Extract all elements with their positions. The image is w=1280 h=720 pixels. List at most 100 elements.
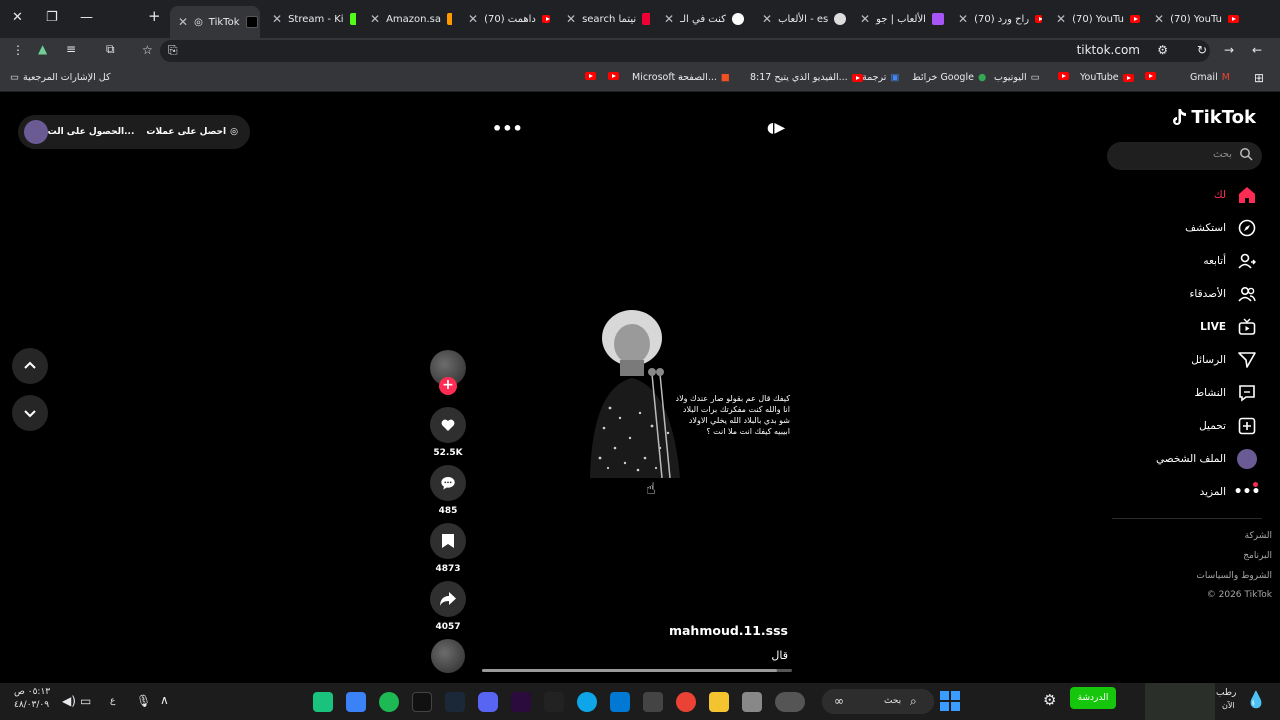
extension-icon[interactable]: ▲ (38, 42, 47, 56)
nav-more[interactable]: المزيد ••• (1105, 481, 1280, 503)
restore-window-icon[interactable]: ❐ (46, 10, 58, 25)
comment-button[interactable]: 485 (428, 465, 468, 516)
nav-activity[interactable]: النشاط (1105, 382, 1280, 404)
get-coins-button[interactable]: احصل على عملات ◎ (146, 127, 238, 137)
close-tab-icon[interactable]: ✕ (1154, 12, 1164, 26)
copilot-icon[interactable] (775, 692, 805, 712)
translate-icon[interactable]: ⎘ (168, 43, 178, 58)
share-button[interactable]: 4057 (428, 581, 468, 632)
bookmark-star-icon[interactable]: ☆ (142, 43, 153, 57)
tab-games-2[interactable]: ✕ الألعاب | جو (860, 8, 944, 30)
weather-drops-icon[interactable]: 💧 (1246, 690, 1266, 709)
bookmark-page[interactable]: الصفحة... ■ (678, 72, 730, 83)
app-icon-gray[interactable] (643, 692, 663, 712)
spotify-icon[interactable] (379, 692, 399, 712)
bookmark-youtube[interactable]: YouTube (1080, 72, 1134, 83)
bookmark-google-maps[interactable]: خرائط Google ● (912, 72, 986, 83)
close-tab-icon[interactable]: ✕ (566, 12, 576, 26)
nav-friends[interactable]: الأصدقاء (1105, 283, 1280, 305)
footer-terms-link[interactable]: الشروط والسياسات (1196, 571, 1272, 581)
more-options-icon[interactable]: ••• (492, 119, 523, 138)
bookmark-microsoft[interactable]: Microsoft – (632, 72, 683, 83)
taskbar-search[interactable]: ∞ بحث ⌕ (822, 689, 934, 714)
url-text[interactable]: tiktok.com (1077, 43, 1140, 57)
clock-time[interactable]: ٠٥:١٣ ص (14, 687, 50, 697)
volume-icon[interactable]: ◖▶ (767, 120, 785, 136)
language-indicator[interactable]: ع (110, 696, 115, 706)
footer-program-link[interactable]: البرنامج (1243, 551, 1272, 561)
back-icon[interactable]: → (1224, 43, 1234, 57)
app-icon-h[interactable] (544, 692, 564, 712)
nzxt-icon[interactable] (511, 692, 531, 712)
follow-plus-icon[interactable]: + (439, 377, 457, 395)
nav-upload[interactable]: تحميل (1105, 415, 1280, 437)
steam-icon[interactable] (445, 692, 465, 712)
user-avatar[interactable] (24, 120, 48, 144)
weather-text[interactable]: رطب (1216, 688, 1236, 698)
app-icon-dark[interactable] (412, 692, 432, 712)
close-tab-icon[interactable]: ✕ (272, 12, 282, 26)
menu-kebab-icon[interactable]: ⋮ (12, 43, 24, 57)
chat-button[interactable]: الدردشة (1070, 687, 1116, 709)
tab-tiktok[interactable]: ✕ ◎ TikTok (170, 6, 260, 38)
bookmark-gmail[interactable]: Gmail M (1190, 72, 1230, 83)
get-app-button[interactable]: ▯ الحصول على الت... (39, 127, 135, 137)
apps-grid-icon[interactable]: ⊞ (1254, 71, 1264, 85)
nav-explore[interactable]: استكشف (1105, 217, 1280, 239)
tiktok-logo[interactable]: TikTok (1170, 107, 1256, 128)
app-icon-blue[interactable] (346, 692, 366, 712)
nav-messages[interactable]: الرسائل (1105, 349, 1280, 371)
minimize-window-icon[interactable]: — (80, 10, 93, 25)
nav-profile[interactable]: الملف الشخصي (1105, 448, 1280, 470)
bookmark-folder-youtube[interactable]: اليوتيوب ▭ (994, 72, 1040, 83)
site-settings-icon[interactable]: ⚙ (1157, 43, 1168, 57)
close-tab-icon[interactable]: ✕ (762, 12, 772, 26)
tab-youtube-4[interactable]: ✕ (70) YouTu (1154, 8, 1244, 30)
video-progress-bar[interactable] (482, 669, 792, 672)
omnibox[interactable]: ☆ ⎘ tiktok.com ⚙ (142, 40, 1210, 62)
tab-youtube-2[interactable]: ✕ (70) راح ورد (958, 8, 1042, 30)
close-tab-icon[interactable]: ✕ (664, 12, 674, 26)
settings-gear-icon[interactable]: ⚙ (1043, 691, 1056, 709)
bookmark-translate[interactable]: ترجمة ▣ (862, 72, 899, 83)
video-username[interactable]: mahmoud.11.sss (580, 623, 788, 638)
footer-company-link[interactable]: الشركة (1245, 531, 1272, 541)
previous-video-button[interactable] (12, 348, 48, 384)
tab-search[interactable]: ✕ search نيتما (566, 8, 650, 30)
tab-stream[interactable]: ✕ Stream - Ki (272, 8, 356, 30)
extensions-puzzle-icon[interactable]: ⧉ (106, 42, 115, 57)
nav-live[interactable]: LIVE (1105, 316, 1280, 338)
close-window-icon[interactable]: ✕ (12, 10, 23, 25)
clock-date[interactable]: ٤٨/٠٣/٠٩ (14, 700, 49, 710)
sound-disc-button[interactable] (428, 639, 468, 673)
volume-icon[interactable]: ◀) (62, 694, 76, 708)
nav-following[interactable]: أتابعه (1105, 250, 1280, 272)
close-tab-icon[interactable]: ✕ (468, 12, 478, 26)
search-input[interactable]: بحث (1107, 142, 1262, 170)
microphone-icon[interactable]: 🎙 (136, 694, 151, 708)
video-player[interactable]: كيفك قال عم بقولو صار عندك ولاد انا والل… (575, 308, 790, 483)
all-bookmarks[interactable]: ▭ كل الإشارات المرجعية (10, 72, 111, 83)
windows-start-icon[interactable] (940, 691, 960, 711)
bookmark-youtube-d[interactable] (585, 72, 596, 80)
reload-icon[interactable]: ↻ (1197, 43, 1207, 57)
bookmark-video[interactable]: 8:17 الفيديو الذي يتيح... (750, 72, 863, 83)
chrome-icon[interactable] (676, 692, 696, 712)
forward-icon[interactable]: ← (1252, 43, 1262, 57)
new-tab-icon[interactable]: + (148, 7, 161, 25)
app-icon-green[interactable] (313, 692, 333, 712)
close-tab-icon[interactable]: ✕ (958, 12, 968, 26)
save-button[interactable]: 4873 (428, 523, 468, 574)
close-tab-icon[interactable]: ✕ (178, 15, 188, 29)
tab-google[interactable]: ✕ كنت في الـ (664, 8, 748, 30)
close-tab-icon[interactable]: ✕ (1056, 12, 1066, 26)
tab-games[interactable]: ✕ الألعاب - es (762, 8, 846, 30)
playlist-icon[interactable]: ≡ (66, 42, 76, 56)
like-button[interactable]: 52.5K (428, 407, 468, 458)
next-video-button[interactable] (12, 395, 48, 431)
file-explorer-icon[interactable] (709, 692, 729, 712)
app-icon-light[interactable] (742, 692, 762, 712)
bookmark-youtube-b[interactable] (1058, 72, 1069, 80)
tab-youtube-1[interactable]: ✕ (70) داهمت (468, 8, 550, 30)
network-icon[interactable]: ▭ (80, 694, 91, 708)
